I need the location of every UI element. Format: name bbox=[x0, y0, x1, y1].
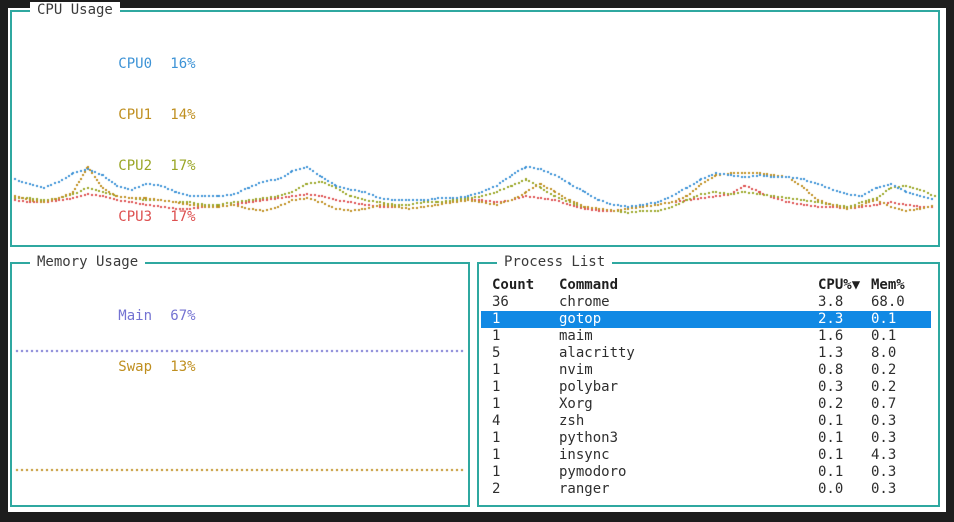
cell-cpu: 0.1 bbox=[818, 430, 844, 446]
cpu-legend-item: CPU0 16% bbox=[34, 39, 196, 90]
col-cpu-sorted: CPU%▼ bbox=[818, 277, 861, 293]
cell-cpu: 0.2 bbox=[818, 396, 844, 412]
cell-command: maim bbox=[559, 328, 593, 344]
process-table: Count Command CPU%▼ Mem% 36 chrome 3.8 6… bbox=[481, 266, 931, 498]
cell-command: insync bbox=[559, 447, 610, 463]
cell-mem: 0.3 bbox=[871, 481, 897, 497]
cell-command: nvim bbox=[559, 362, 593, 378]
memory-legend-item: Swap 13% bbox=[34, 342, 196, 393]
cell-command: python3 bbox=[559, 430, 619, 446]
cell-mem: 0.3 bbox=[871, 413, 897, 429]
process-row-pymodoro[interactable]: 1 pymodoro 0.1 0.3 bbox=[481, 464, 931, 481]
mem-swap-label: Swap bbox=[118, 359, 153, 375]
process-row-insync[interactable]: 1 insync 0.1 4.3 bbox=[481, 447, 931, 464]
cell-command: chrome bbox=[559, 294, 610, 310]
cell-cpu: 2.3 bbox=[818, 311, 844, 327]
process-row-python3[interactable]: 1 python3 0.1 0.3 bbox=[481, 430, 931, 447]
gotop-terminal: CPU Usage CPU0 16% CPU1 14% CPU2 17% CPU3 17… bbox=[8, 2, 946, 512]
cell-count: 1 bbox=[492, 379, 501, 395]
cell-count: 36 bbox=[492, 294, 509, 310]
cell-command: gotop bbox=[559, 311, 602, 327]
process-table-header: Count Command CPU%▼ Mem% bbox=[481, 277, 931, 294]
cell-mem: 0.3 bbox=[871, 430, 897, 446]
cell-cpu: 3.8 bbox=[818, 294, 844, 310]
memory-usage-panel: Memory Usage Main 67% Swap 13% bbox=[10, 254, 470, 507]
cpu-legend-item: CPU3 17% bbox=[34, 192, 196, 243]
mem-main-value: 67% bbox=[170, 308, 196, 324]
process-row-alacritty[interactable]: 5 alacritty 1.3 8.0 bbox=[481, 345, 931, 362]
cpu0-label: CPU0 bbox=[118, 56, 153, 72]
cell-cpu: 0.1 bbox=[818, 447, 844, 463]
cell-mem: 4.3 bbox=[871, 447, 897, 463]
cell-command: polybar bbox=[559, 379, 619, 395]
mem-swap-value: 13% bbox=[170, 359, 196, 375]
process-row-nvim[interactable]: 1 nvim 0.8 0.2 bbox=[481, 362, 931, 379]
cell-count: 2 bbox=[492, 481, 501, 497]
cell-count: 1 bbox=[492, 447, 501, 463]
cell-command: ranger bbox=[559, 481, 610, 497]
process-row-polybar[interactable]: 1 polybar 0.3 0.2 bbox=[481, 379, 931, 396]
process-row-zsh[interactable]: 4 zsh 0.1 0.3 bbox=[481, 413, 931, 430]
cell-mem: 0.7 bbox=[871, 396, 897, 412]
cpu2-label: CPU2 bbox=[118, 158, 153, 174]
cell-mem: 0.1 bbox=[871, 311, 897, 327]
memory-legend: Main 67% Swap 13% bbox=[34, 291, 196, 393]
screen: CPU Usage CPU0 16% CPU1 14% CPU2 17% CPU3 17… bbox=[0, 0, 954, 522]
cpu1-value: 14% bbox=[170, 107, 196, 123]
cell-mem: 68.0 bbox=[871, 294, 905, 310]
cell-mem: 0.3 bbox=[871, 464, 897, 480]
process-row-xorg[interactable]: 1 Xorg 0.2 0.7 bbox=[481, 396, 931, 413]
cell-mem: 0.2 bbox=[871, 362, 897, 378]
col-count: Count bbox=[492, 277, 535, 293]
cell-count: 1 bbox=[492, 311, 501, 327]
cell-count: 1 bbox=[492, 362, 501, 378]
cell-count: 1 bbox=[492, 464, 501, 480]
cpu-legend-item: CPU2 17% bbox=[34, 141, 196, 192]
cell-cpu: 0.3 bbox=[818, 379, 844, 395]
memory-legend-item: Main 67% bbox=[34, 291, 196, 342]
cell-cpu: 0.8 bbox=[818, 362, 844, 378]
mem-main-label: Main bbox=[118, 308, 153, 324]
cpu-usage-panel: CPU Usage CPU0 16% CPU1 14% CPU2 17% CPU3 17… bbox=[10, 2, 940, 247]
cell-count: 4 bbox=[492, 413, 501, 429]
cell-mem: 0.1 bbox=[871, 328, 897, 344]
cell-command: Xorg bbox=[559, 396, 593, 412]
cell-cpu: 0.1 bbox=[818, 464, 844, 480]
cpu3-value: 17% bbox=[170, 209, 196, 225]
process-list-panel: Process List Count Command CPU%▼ Mem% 36… bbox=[477, 254, 940, 507]
cell-count: 1 bbox=[492, 396, 501, 412]
cell-count: 5 bbox=[492, 345, 501, 361]
cell-command: alacritty bbox=[559, 345, 635, 361]
cell-mem: 0.2 bbox=[871, 379, 897, 395]
cpu-legend: CPU0 16% CPU1 14% CPU2 17% CPU3 17% bbox=[34, 39, 196, 243]
cell-cpu: 1.3 bbox=[818, 345, 844, 361]
cpu0-value: 16% bbox=[170, 56, 196, 72]
process-row-gotop[interactable]: 1 gotop 2.3 0.1 bbox=[481, 311, 931, 328]
cell-cpu: 0.1 bbox=[818, 413, 844, 429]
cell-cpu: 0.0 bbox=[818, 481, 844, 497]
process-row-ranger[interactable]: 2 ranger 0.0 0.3 bbox=[481, 481, 931, 498]
cell-count: 1 bbox=[492, 430, 501, 446]
col-command: Command bbox=[559, 277, 619, 293]
cpu1-label: CPU1 bbox=[118, 107, 153, 123]
process-row-maim[interactable]: 1 maim 1.6 0.1 bbox=[481, 328, 931, 345]
cell-mem: 8.0 bbox=[871, 345, 897, 361]
cpu-legend-item: CPU1 14% bbox=[34, 90, 196, 141]
cell-cpu: 1.6 bbox=[818, 328, 844, 344]
cpu3-label: CPU3 bbox=[118, 209, 153, 225]
cell-count: 1 bbox=[492, 328, 501, 344]
cell-command: zsh bbox=[559, 413, 585, 429]
col-mem: Mem% bbox=[871, 277, 905, 293]
process-row-chrome[interactable]: 36 chrome 3.8 68.0 bbox=[481, 294, 931, 311]
cell-command: pymodoro bbox=[559, 464, 627, 480]
cpu2-value: 17% bbox=[170, 158, 196, 174]
